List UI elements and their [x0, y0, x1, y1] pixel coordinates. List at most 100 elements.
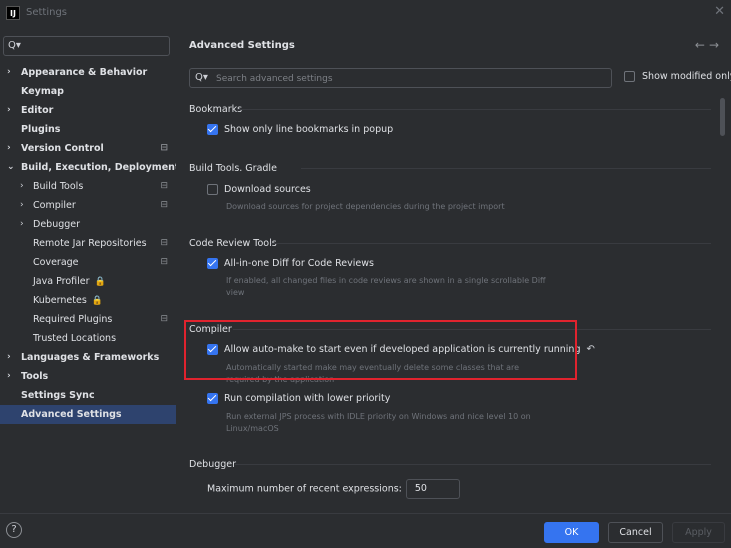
sidebar-item-label: Compiler — [33, 200, 76, 211]
sidebar-item[interactable]: Advanced Settings — [0, 405, 176, 424]
chevron-right-icon[interactable]: › — [20, 177, 24, 196]
checkbox[interactable] — [624, 71, 635, 82]
search-icon: Q▾ — [195, 72, 208, 83]
checkbox[interactable] — [207, 184, 218, 195]
option-max-recent-expressions: Maximum number of recent expressions: 50 — [207, 479, 460, 499]
help-icon[interactable]: ? — [6, 522, 22, 538]
lock-icon: 🔒 — [94, 277, 106, 287]
sidebar-item[interactable]: › Compiler ⊟ — [0, 196, 176, 215]
chevron-down-icon[interactable]: ⌄ — [7, 158, 15, 177]
sidebar-item-label: Languages & Frameworks — [21, 352, 160, 363]
back-arrow-icon[interactable]: ← — [695, 38, 709, 52]
show-modified-label: Show modified only — [642, 71, 731, 82]
sidebar-item-label: Settings Sync — [21, 390, 95, 401]
sidebar-item[interactable]: › Appearance & Behavior — [0, 63, 176, 82]
section-code-review: Code Review Tools — [189, 237, 711, 250]
app-logo-icon: IJ — [6, 6, 20, 20]
title-bar: IJ Settings ✕ — [0, 0, 731, 27]
chevron-right-icon[interactable]: › — [7, 139, 11, 158]
cancel-button[interactable]: Cancel — [608, 522, 663, 543]
project-level-icon: ⊟ — [160, 181, 168, 191]
sidebar-item[interactable]: Coverage ⊟ — [0, 253, 176, 272]
project-level-icon: ⊟ — [160, 200, 168, 210]
option-line-bookmarks[interactable]: Show only line bookmarks in popup — [207, 124, 393, 135]
lock-icon: 🔒 — [91, 296, 103, 306]
sidebar-item-label: Build Tools — [33, 181, 84, 192]
ok-button[interactable]: OK — [544, 522, 599, 543]
sidebar-item[interactable]: › Tools — [0, 367, 176, 386]
sidebar-item-label: Trusted Locations — [33, 333, 117, 344]
scrollbar-thumb[interactable] — [720, 98, 725, 136]
option-label: Show only line bookmarks in popup — [224, 124, 394, 135]
option-description: If enabled, all changed files in code re… — [226, 276, 546, 297]
section-gradle: Build Tools. Gradle — [189, 162, 711, 175]
option-all-in-one-diff[interactable]: All-in-one Diff for Code Reviews — [207, 258, 374, 269]
sidebar-item-label: Tools — [21, 371, 49, 382]
sidebar-item[interactable]: Trusted Locations — [0, 329, 176, 348]
project-level-icon: ⊟ — [160, 257, 168, 267]
window-title: Settings — [26, 7, 68, 18]
sidebar-item[interactable]: Required Plugins ⊟ — [0, 310, 176, 329]
main-panel: Advanced Settings ←→ Q▾ Show modified on… — [176, 27, 731, 513]
sidebar-item-label: Appearance & Behavior — [21, 67, 148, 78]
sidebar-item[interactable]: › Version Control ⊟ — [0, 139, 176, 158]
close-icon[interactable]: ✕ — [714, 4, 725, 19]
option-auto-make[interactable]: Allow auto-make to start even if develop… — [207, 344, 595, 355]
option-download-sources[interactable]: Download sources — [207, 184, 311, 195]
revert-icon[interactable]: ↶ — [587, 344, 595, 355]
sidebar-item[interactable]: Keymap — [0, 82, 176, 101]
show-modified-only-checkbox[interactable]: Show modified only — [624, 71, 731, 82]
sidebar-item[interactable]: ⌄ Build, Execution, Deployment — [0, 158, 179, 177]
section-title: Build Tools. Gradle — [189, 163, 277, 174]
sidebar-item[interactable]: › Languages & Frameworks — [0, 348, 176, 367]
sidebar-item[interactable]: › Build Tools ⊟ — [0, 177, 176, 196]
checkbox-checked[interactable] — [207, 124, 218, 135]
checkbox-checked[interactable] — [207, 344, 218, 355]
sidebar-item-label: Remote Jar Repositories — [33, 238, 147, 249]
sidebar-item-label: Debugger — [33, 219, 81, 230]
sidebar-item-label: Editor — [21, 105, 54, 116]
advanced-search-input[interactable] — [214, 71, 598, 87]
sidebar-item[interactable]: Kubernetes 🔒 — [0, 291, 176, 310]
apply-button[interactable]: Apply — [672, 522, 725, 543]
sidebar-item[interactable]: Java Profiler 🔒 — [0, 272, 176, 291]
section-title: Code Review Tools — [189, 238, 277, 249]
advanced-search-field[interactable]: Q▾ — [189, 68, 612, 88]
sidebar-item-label: Kubernetes 🔒 — [33, 295, 103, 306]
option-description: Run external JPS process with IDLE prior… — [226, 412, 531, 433]
sidebar-item-label: Required Plugins — [33, 314, 113, 325]
chevron-right-icon[interactable]: › — [7, 367, 11, 386]
section-title: Debugger — [189, 459, 237, 470]
sidebar: Q▾ › Appearance & Behavior Keymap › Editor Pl… — [0, 27, 179, 513]
chevron-right-icon[interactable]: › — [7, 101, 11, 120]
option-label: Maximum number of recent expressions: — [207, 483, 402, 495]
sidebar-item[interactable]: Plugins — [0, 120, 176, 139]
sidebar-item[interactable]: Remote Jar Repositories ⊟ — [0, 234, 176, 253]
option-description: Automatically started make may eventuall… — [226, 363, 520, 384]
page-title: Advanced Settings — [189, 40, 295, 51]
option-lower-priority[interactable]: Run compilation with lower priority — [207, 393, 390, 404]
forward-arrow-icon[interactable]: → — [709, 38, 723, 52]
checkbox-checked[interactable] — [207, 258, 218, 269]
chevron-right-icon[interactable]: › — [20, 196, 24, 215]
recent-expressions-input[interactable]: 50 — [405, 479, 460, 499]
option-description: Download sources for project dependencie… — [226, 202, 505, 211]
sidebar-item-label: Keymap — [21, 86, 64, 97]
sidebar-item-label: Advanced Settings — [21, 409, 122, 420]
chevron-right-icon[interactable]: › — [7, 63, 11, 82]
sidebar-item-label: Coverage — [33, 257, 79, 268]
search-icon: Q▾ — [8, 40, 21, 51]
sidebar-search-input[interactable]: Q▾ — [3, 36, 170, 56]
checkbox-checked[interactable] — [207, 393, 218, 404]
project-level-icon: ⊟ — [160, 238, 168, 248]
sidebar-item-label: Java Profiler 🔒 — [33, 276, 106, 287]
sidebar-item[interactable]: › Editor — [0, 101, 176, 120]
dialog-footer: ? OK Cancel Apply — [0, 513, 731, 548]
option-label: Allow auto-make to start even if develop… — [224, 344, 581, 355]
option-label: Run compilation with lower priority — [224, 393, 391, 404]
sidebar-item-label: Version Control — [21, 143, 104, 154]
chevron-right-icon[interactable]: › — [7, 348, 11, 367]
sidebar-item[interactable]: › Debugger — [0, 215, 176, 234]
sidebar-item[interactable]: Settings Sync — [0, 386, 176, 405]
chevron-right-icon[interactable]: › — [20, 215, 24, 234]
